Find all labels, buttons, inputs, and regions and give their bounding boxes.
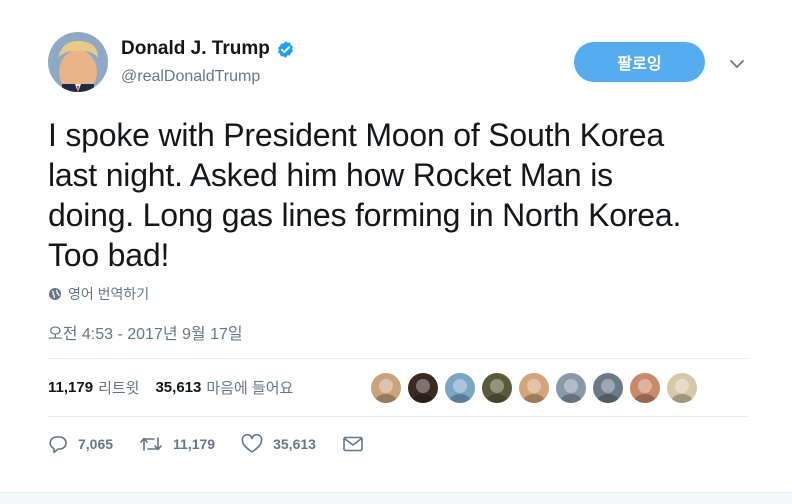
liker-avatar[interactable] — [519, 373, 549, 403]
tweet-card: Donald J. Trump @realDonaldTrump 팔로잉 I s… — [0, 0, 792, 492]
like-count[interactable]: 35,613 — [155, 379, 201, 396]
verified-badge-icon — [277, 40, 293, 58]
tweet-actions: 7,065 11,179 35,613 — [48, 434, 400, 454]
like-action-count: 35,613 — [273, 436, 316, 452]
tweet-text-line: last night. Asked him how Rocket Man is — [48, 157, 613, 193]
reply-count: 7,065 — [78, 436, 114, 452]
divider — [48, 416, 748, 417]
author-avatar[interactable] — [48, 32, 108, 92]
liker-avatar[interactable] — [630, 373, 660, 403]
like-action[interactable]: 35,613 — [241, 434, 316, 454]
avatar-image — [48, 32, 108, 92]
liker-avatar[interactable] — [556, 373, 586, 403]
heart-icon[interactable] — [241, 434, 263, 454]
tweet-timestamp[interactable]: 오전 4:53 - 2017년 9월 17일 — [48, 320, 243, 344]
author-name-row[interactable]: Donald J. Trump — [121, 38, 295, 60]
retweet-count[interactable]: 11,179 — [48, 379, 93, 396]
retweet-icon[interactable] — [139, 434, 163, 454]
liker-avatar[interactable] — [482, 373, 512, 403]
following-button[interactable]: 팔로잉 — [574, 42, 705, 82]
liker-avatar[interactable] — [408, 373, 438, 403]
tweet-text-line: doing. Long gas lines forming in North K… — [48, 197, 682, 233]
page-background — [0, 492, 792, 504]
author-handle[interactable]: @realDonaldTrump — [121, 68, 260, 86]
retweet-action-count: 11,179 — [173, 436, 216, 452]
reply-icon[interactable] — [48, 434, 68, 454]
translate-link[interactable]: 영어 번역하기 — [48, 284, 149, 304]
message-action[interactable] — [342, 435, 374, 453]
retweet-action[interactable]: 11,179 — [139, 434, 215, 454]
liker-avatar[interactable] — [667, 373, 697, 403]
liker-avatar[interactable] — [371, 373, 401, 403]
liker-avatar[interactable] — [593, 373, 623, 403]
globe-icon — [49, 288, 61, 300]
chevron-down-icon[interactable] — [729, 58, 745, 70]
reply-action[interactable]: 7,065 — [48, 434, 113, 454]
retweet-label[interactable]: 리트윗 — [98, 377, 139, 398]
like-label[interactable]: 마음에 들어요 — [206, 377, 293, 398]
tweet-text: I spoke with President Moon of South Kor… — [48, 115, 758, 275]
translate-label[interactable]: 영어 번역하기 — [68, 284, 149, 304]
liker-avatar[interactable] — [445, 373, 475, 403]
liker-avatars — [371, 373, 704, 403]
tweet-stats: 11,179 리트윗 35,613 마음에 들어요 — [48, 377, 293, 398]
tweet-text-line: I spoke with President Moon of South Kor… — [48, 117, 664, 153]
envelope-icon[interactable] — [342, 435, 364, 453]
tweet-text-line: Too bad! — [48, 237, 170, 273]
author-display-name[interactable]: Donald J. Trump — [121, 38, 270, 60]
divider — [48, 358, 748, 359]
